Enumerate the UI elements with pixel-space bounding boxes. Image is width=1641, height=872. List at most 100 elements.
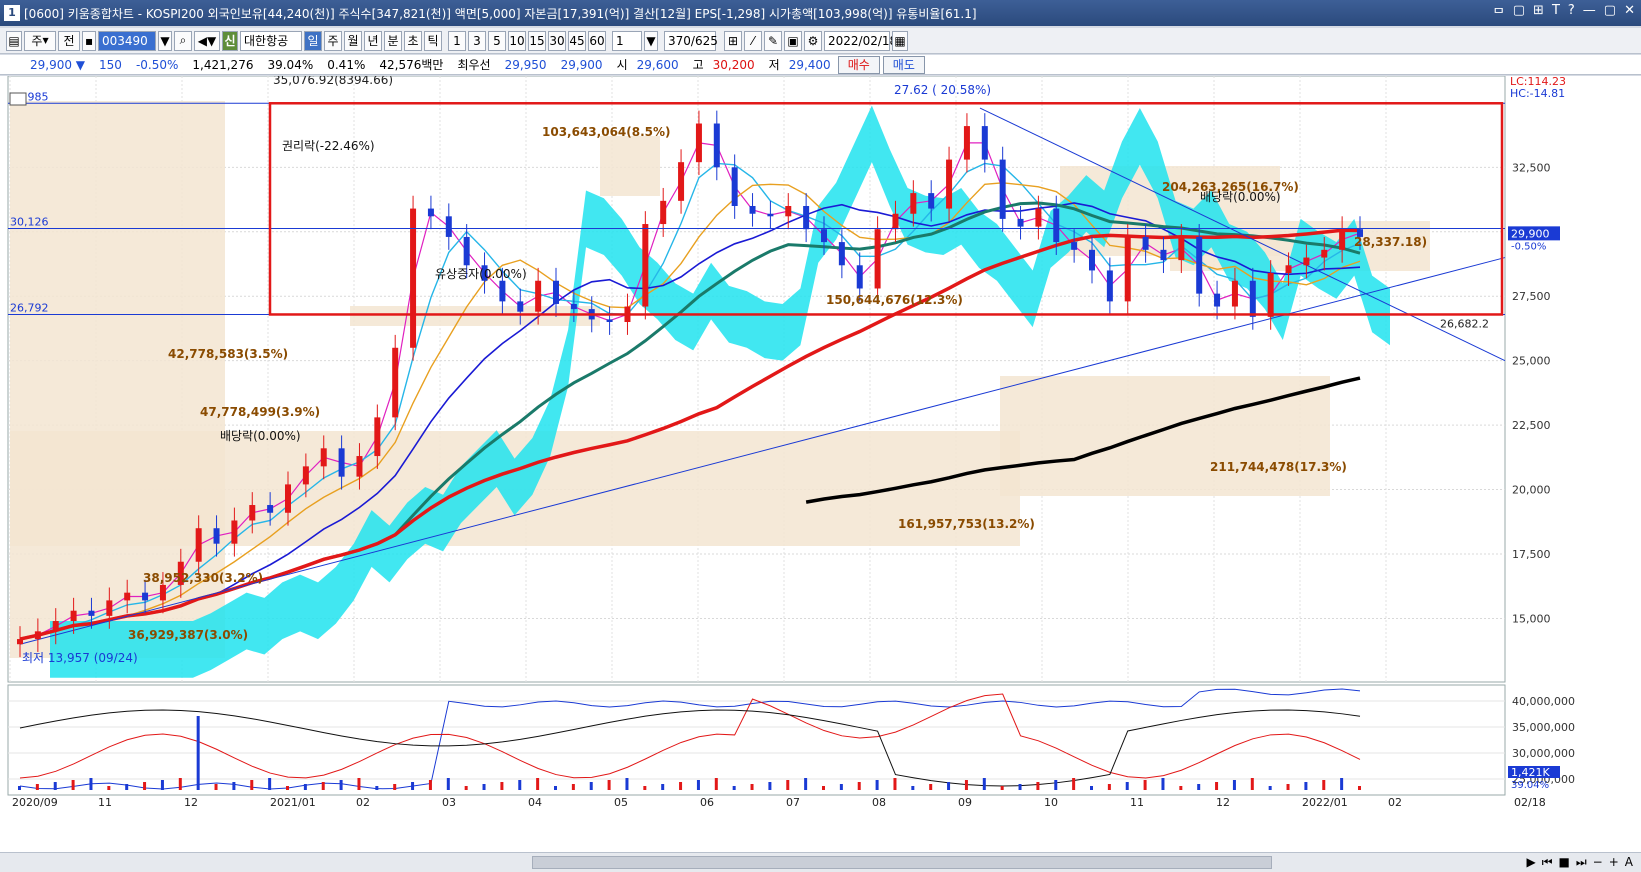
candle-body [821, 229, 827, 243]
minimize-icon[interactable]: — [1583, 3, 1596, 22]
buy-button[interactable]: 매수 [837, 55, 880, 74]
interval-60[interactable]: 60 [588, 30, 606, 51]
price-tick-label: 20,000 [1512, 484, 1551, 497]
speaker-icon[interactable]: ◀▼ [194, 30, 220, 51]
calendar-icon[interactable]: ▦ [892, 30, 908, 51]
volume-bar [518, 780, 522, 790]
count-input[interactable]: 370/625 [664, 30, 718, 51]
date-tick-label: 10 [1044, 796, 1058, 809]
candle-body [999, 159, 1006, 219]
stock-code-input[interactable]: 003490 [98, 30, 156, 51]
candle-body [52, 621, 59, 632]
period-minute[interactable]: 분 [384, 30, 402, 51]
candle-body [803, 206, 810, 230]
price-change: 150 [99, 57, 122, 72]
rewind-icon[interactable]: ⏮ [1542, 855, 1553, 870]
zoom-out-icon[interactable]: − [1593, 855, 1603, 870]
chart-area[interactable]: 34,985 30,126 26,792 35,076.92(8394.66) 권리락… [0, 73, 1641, 852]
candle-body [1267, 273, 1274, 317]
window-icon[interactable]: ▢ [1513, 3, 1525, 22]
interval-45[interactable]: 45 [568, 30, 586, 51]
n-dropdown-icon[interactable]: ▼ [644, 30, 658, 51]
price-chart-svg[interactable]: 34,98530,12626,792 35,076.92(8394.66)권리락… [0, 73, 1641, 852]
indicator-icon[interactable]: ⊞ [724, 30, 742, 51]
annotation-label: 47,778,499(3.9%) [200, 405, 320, 419]
prev-button[interactable]: 전 [58, 30, 80, 51]
volume-profile-box [350, 306, 600, 326]
interval-15[interactable]: 15 [528, 30, 546, 51]
sell-button[interactable]: 매도 [882, 55, 925, 74]
volume-bar [536, 778, 540, 790]
volume-bar [643, 786, 647, 790]
date-tick-label: 11 [98, 796, 112, 809]
volume-bar [607, 780, 611, 790]
close-icon[interactable]: ✕ [1624, 3, 1635, 22]
zoom-in-icon[interactable]: + [1609, 855, 1619, 870]
code-dropdown-icon[interactable]: ▼ [158, 30, 172, 51]
forward-icon[interactable]: ⏭ [1576, 855, 1587, 870]
candle-body [517, 301, 524, 312]
candle-body [1178, 236, 1185, 261]
high-label: 고 [692, 58, 704, 72]
volume-bar [411, 782, 415, 790]
maximize-icon[interactable]: ▢ [1604, 3, 1616, 22]
candle-body [1249, 280, 1256, 317]
interval-30[interactable]: 30 [548, 30, 566, 51]
chart-menu-icon[interactable] [9, 92, 27, 106]
volume-bar [732, 786, 736, 790]
chart-scrollbar[interactable]: ▶ ⏮ ■ ⏭ − + A [0, 852, 1641, 872]
candle-body [34, 631, 41, 640]
settings-icon[interactable]: ⚙ [804, 30, 822, 51]
font-size-icon[interactable]: A [1625, 855, 1633, 870]
stop-icon[interactable]: ■ [1559, 855, 1570, 870]
sub-volume-label: 1,421K [1511, 766, 1550, 779]
draw-icon[interactable]: ✎ [764, 30, 782, 51]
candle-body [892, 213, 899, 230]
chart-window: 1 [0600] 키움종합차트 - KOSPI200 외국인보유[44,240(… [0, 0, 1641, 872]
period-month[interactable]: 월 [344, 30, 362, 51]
restore-icon[interactable]: ᄆ [1493, 3, 1505, 22]
volume-bar [661, 784, 665, 790]
grid-icon[interactable]: ⊞ [1533, 3, 1544, 22]
window-number[interactable]: 1 [4, 5, 20, 21]
period-year[interactable]: 년 [364, 30, 382, 51]
interval-3[interactable]: 3 [468, 30, 486, 51]
interval-1[interactable]: 1 [448, 30, 466, 51]
volume-bar [1232, 780, 1236, 790]
price-tick-label: 32,500 [1512, 161, 1551, 174]
period-day[interactable]: 일 [304, 30, 322, 51]
font-icon[interactable]: T [1552, 3, 1560, 22]
date-input[interactable]: 2022/02/18 [824, 30, 897, 51]
line-tool-icon[interactable]: ⁄ [744, 30, 762, 51]
interval-5[interactable]: 5 [488, 30, 506, 51]
period-second[interactable]: 초 [404, 30, 422, 51]
menu-icon[interactable]: ▪ [82, 30, 96, 51]
volume-bar [1125, 782, 1129, 790]
scrollbar-thumb[interactable] [532, 856, 1272, 869]
volume-bar [53, 782, 57, 790]
mode-select[interactable]: 주 ▼ [24, 30, 56, 51]
candle-body [249, 505, 256, 521]
n-input[interactable]: 1 [612, 30, 642, 51]
volume-bar [696, 780, 700, 790]
volume-bar [18, 786, 21, 790]
annotation-label: 최저 13,957 (09/24) [22, 651, 138, 665]
interval-10[interactable]: 10 [508, 30, 526, 51]
annotation-label: 35,076.92(8394.66) [273, 76, 393, 87]
chart-menu-icon[interactable]: ▤ [6, 30, 22, 51]
candle-body [427, 208, 434, 217]
candle-body [1339, 229, 1346, 250]
period-tick[interactable]: 틱 [424, 30, 442, 51]
volume-bar [1179, 786, 1183, 790]
save-icon[interactable]: ▣ [784, 30, 802, 51]
period-week[interactable]: 주 [324, 30, 342, 51]
help-icon[interactable]: ? [1568, 3, 1575, 22]
volume-bar [554, 786, 557, 790]
volume-bar [160, 780, 164, 790]
annotation-label: 38,952,330(3.2%) [143, 571, 263, 585]
search-icon[interactable]: ⌕ [174, 30, 192, 51]
candle-body [88, 610, 95, 616]
play-icon[interactable]: ▶ [1526, 855, 1535, 870]
volume-bar [143, 782, 147, 790]
annotation-label: 42,778,583(3.5%) [168, 347, 288, 361]
